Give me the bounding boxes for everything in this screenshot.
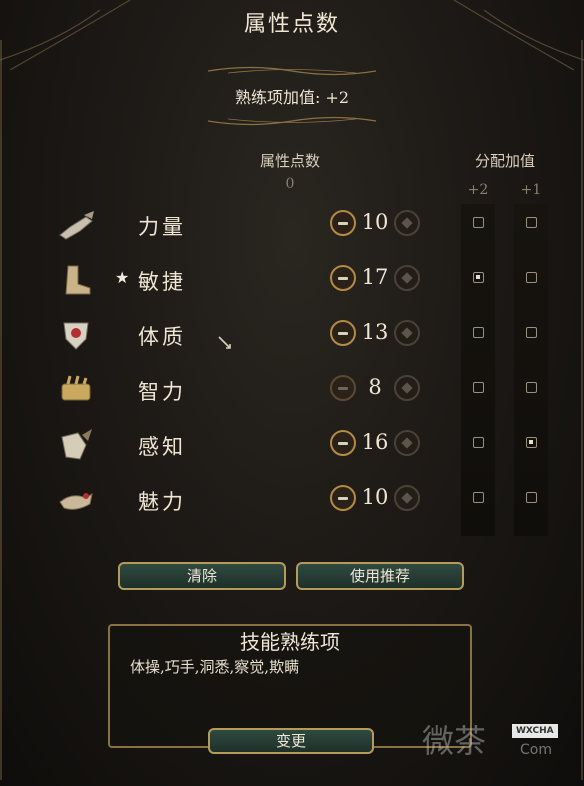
ability-score: 10 bbox=[361, 210, 389, 234]
charisma-bird-icon bbox=[56, 482, 96, 518]
ability-row: 体质 13 bbox=[0, 313, 584, 359]
ability-name: 力量 bbox=[138, 215, 186, 239]
watermark-logo: 微茶 bbox=[422, 722, 487, 760]
increase-button[interactable] bbox=[394, 430, 420, 456]
decrease-button[interactable] bbox=[330, 320, 356, 346]
plus-icon bbox=[401, 382, 413, 394]
intelligence-scroll-icon bbox=[56, 372, 96, 408]
ability-name: 魅力 bbox=[138, 490, 186, 514]
plus2-checkbox[interactable] bbox=[473, 492, 484, 503]
plus-icon bbox=[401, 492, 413, 504]
ability-name: 敏捷 bbox=[138, 270, 186, 294]
plus-icon bbox=[401, 327, 413, 339]
minus-icon bbox=[338, 442, 348, 445]
plus2-checkbox[interactable] bbox=[473, 327, 484, 338]
use-recommended-button[interactable]: 使用推荐 bbox=[296, 562, 464, 590]
ability-row: 智力 8 bbox=[0, 368, 584, 414]
plus2-checkbox[interactable] bbox=[473, 272, 484, 283]
ability-score: 13 bbox=[361, 320, 389, 344]
page-title: 属性点数 bbox=[243, 12, 340, 37]
constitution-shield-icon bbox=[56, 317, 96, 353]
decrease-button[interactable] bbox=[330, 210, 356, 236]
ability-name: 体质 bbox=[138, 325, 186, 349]
plus2-header: +2 bbox=[467, 182, 489, 198]
watermark-badge: WXCHA bbox=[512, 724, 558, 738]
proficiency-bonus: 熟练项加值: +2 bbox=[234, 88, 350, 107]
allocation-header: 分配加值 bbox=[474, 152, 535, 170]
decrease-button[interactable] bbox=[330, 265, 356, 291]
ability-name: 智力 bbox=[138, 380, 186, 404]
divider-flourish-bottom bbox=[208, 114, 376, 128]
ability-name: 感知 bbox=[138, 435, 186, 459]
ability-score: 10 bbox=[361, 485, 389, 509]
decrease-button[interactable] bbox=[330, 375, 356, 401]
ability-row: ★ 敏捷 17 bbox=[0, 258, 584, 304]
ability-score: 8 bbox=[368, 375, 382, 399]
plus1-checkbox[interactable] bbox=[526, 382, 537, 393]
plus1-checkbox[interactable] bbox=[526, 327, 537, 338]
ability-score: 17 bbox=[361, 265, 389, 289]
plus2-checkbox[interactable] bbox=[473, 382, 484, 393]
ability-row: 魅力 10 bbox=[0, 478, 584, 524]
increase-button[interactable] bbox=[394, 265, 420, 291]
minus-icon bbox=[338, 222, 348, 225]
points-column-header: 属性点数 bbox=[259, 152, 320, 170]
plus-icon bbox=[401, 437, 413, 449]
plus1-checkbox[interactable] bbox=[526, 437, 537, 448]
plus-icon bbox=[401, 272, 413, 284]
divider-flourish-top bbox=[208, 64, 376, 78]
dexterity-boot-icon bbox=[56, 262, 96, 298]
minus-icon bbox=[338, 387, 348, 390]
decrease-button[interactable] bbox=[330, 430, 356, 456]
ability-row: 感知 16 bbox=[0, 423, 584, 469]
plus2-checkbox[interactable] bbox=[473, 217, 484, 228]
increase-button[interactable] bbox=[394, 210, 420, 236]
plus1-checkbox[interactable] bbox=[526, 217, 537, 228]
skill-proficiencies-title: 技能熟练项 bbox=[240, 630, 340, 654]
change-skills-button[interactable]: 变更 bbox=[208, 728, 374, 754]
increase-button[interactable] bbox=[394, 485, 420, 511]
strength-arm-icon bbox=[56, 207, 96, 243]
minus-icon bbox=[338, 332, 348, 335]
skill-proficiencies-list: 体操,巧手,洞悉,察觉,欺瞒 bbox=[130, 658, 300, 676]
mouse-cursor-icon bbox=[218, 336, 231, 349]
minus-icon bbox=[338, 497, 348, 500]
increase-button[interactable] bbox=[394, 320, 420, 346]
decrease-button[interactable] bbox=[330, 485, 356, 511]
plus2-checkbox[interactable] bbox=[473, 437, 484, 448]
plus-icon bbox=[401, 217, 413, 229]
clear-button[interactable]: 清除 bbox=[118, 562, 286, 590]
points-remaining: 0 bbox=[285, 176, 295, 192]
ability-row: 力量 10 bbox=[0, 203, 584, 249]
primary-ability-star-icon: ★ bbox=[115, 268, 130, 287]
plus1-checkbox[interactable] bbox=[526, 272, 537, 283]
increase-button[interactable] bbox=[394, 375, 420, 401]
watermark-sub: Com bbox=[520, 742, 552, 758]
wisdom-owl-icon bbox=[56, 427, 96, 463]
plus1-checkbox[interactable] bbox=[526, 492, 537, 503]
minus-icon bbox=[338, 277, 348, 280]
plus1-header: +1 bbox=[520, 182, 542, 198]
ability-score: 16 bbox=[361, 430, 389, 454]
